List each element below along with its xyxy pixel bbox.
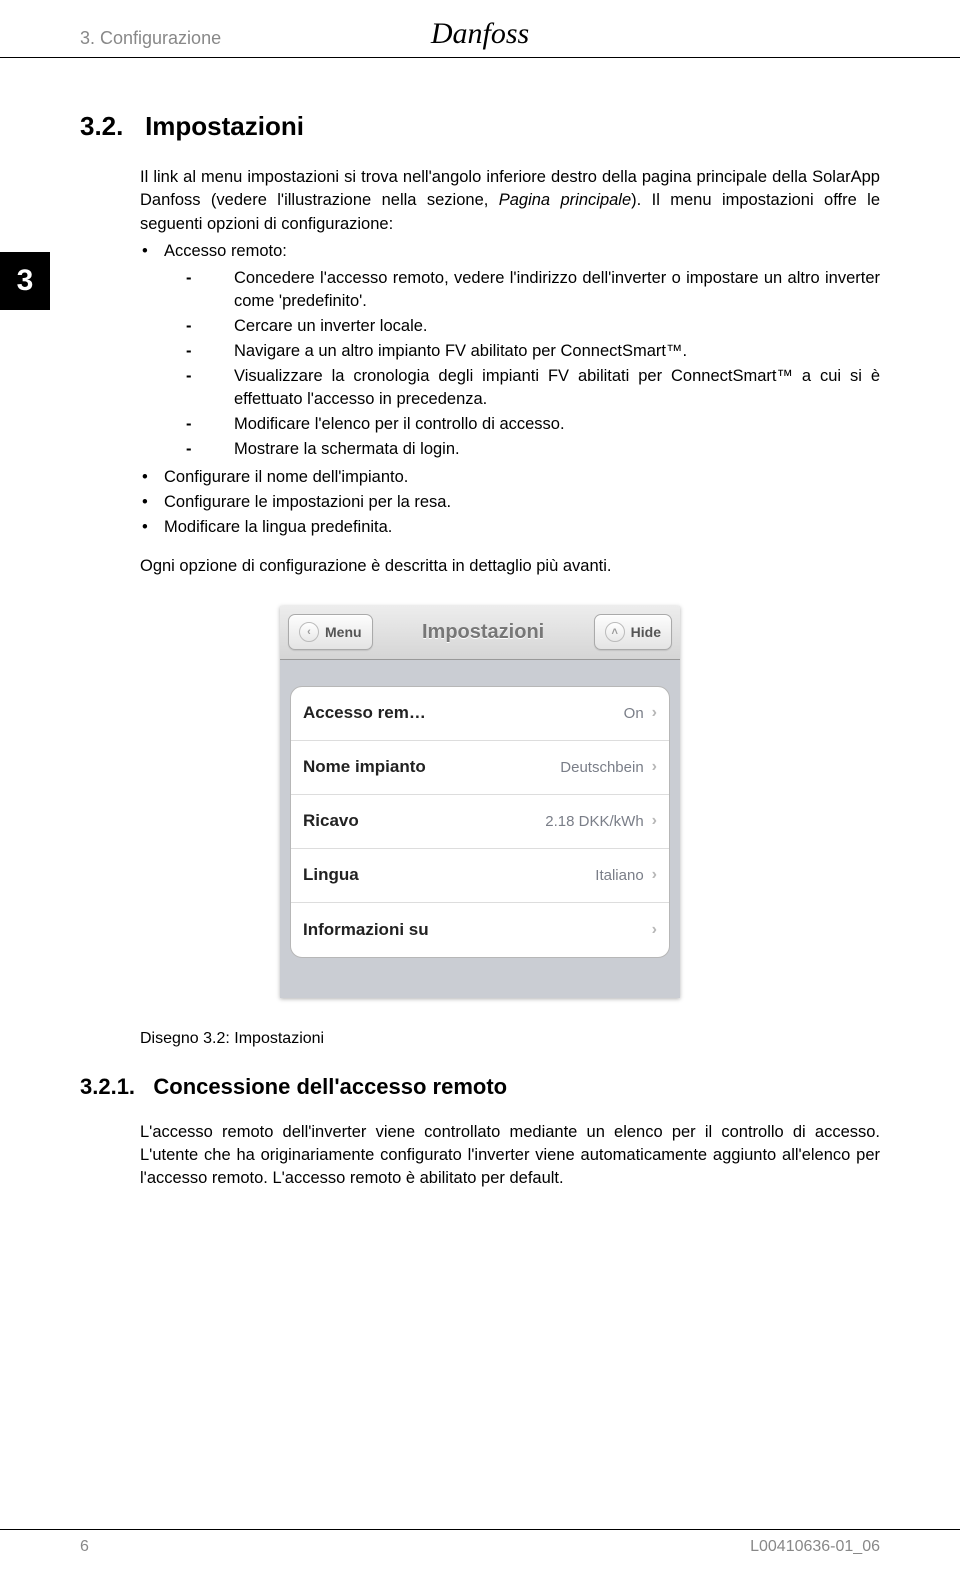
row-label: Lingua [303,863,595,887]
chapter-tab: 3 [0,252,50,310]
chevron-right-icon: › [652,864,657,886]
chevron-right-icon: › [652,810,657,832]
bullet-item: Modificare la lingua predefinita. [140,516,880,539]
row-label: Ricavo [303,809,545,833]
up-icon: ˄ [605,622,625,642]
dash-item: Modificare l'elenco per il controllo di … [184,413,880,436]
bullet-item: Accesso remoto: [140,240,880,263]
subsection-number: 3.2.1. [80,1074,135,1099]
row-value: 2.18 DKK/kWh [545,811,643,832]
ios-title: Impostazioni [379,618,588,646]
row-label: Nome impianto [303,755,560,779]
row-label: Informazioni su [303,918,644,942]
page-number: 6 [80,1538,89,1556]
section-number: 3.2. [80,111,123,141]
dash-item: Concedere l'accesso remoto, vedere l'ind… [184,267,880,313]
bullet-item: Configurare le impostazioni per la resa. [140,491,880,514]
page-footer: 6 L00410636-01_06 [0,1529,960,1556]
ios-toolbar: ‹ Menu Impostazioni ˄ Hide [280,606,680,660]
figure-caption: Disegno 3.2: Impostazioni [140,1028,880,1050]
row-language[interactable]: Lingua Italiano › [291,849,669,903]
hide-label: Hide [631,623,661,643]
bullet-item: Configurare il nome dell'impianto. [140,466,880,489]
section-heading: 3.2. Impostazioni [80,108,880,144]
dash-item: Navigare a un altro impianto FV abilitat… [184,340,880,363]
dash-item: Visualizzare la cronologia degli impiant… [184,365,880,411]
row-about[interactable]: Informazioni su › [291,903,669,957]
chevron-right-icon: › [652,702,657,724]
ios-body: Accesso rem… On › Nome impianto Deutschb… [280,660,680,998]
menu-label: Menu [325,623,362,643]
intro-italic: Pagina principale [499,191,631,209]
dash-item: Mostrare la schermata di login. [184,438,880,461]
row-value: Italiano [595,865,643,886]
subsection-title: Concessione dell'accesso remoto [153,1074,507,1099]
intro-paragraph: Il link al menu impostazioni si trova ne… [140,166,880,235]
back-icon: ‹ [299,622,319,642]
menu-button[interactable]: ‹ Menu [288,614,373,650]
row-remote-access[interactable]: Accesso rem… On › [291,687,669,741]
row-value: Deutschbein [560,757,643,778]
subsection-heading: 3.2.1. Concessione dell'accesso remoto [80,1072,880,1103]
bullet-list: Accesso remoto: [140,240,880,263]
row-yield[interactable]: Ricavo 2.18 DKK/kWh › [291,795,669,849]
row-label: Accesso rem… [303,701,624,725]
doc-code: L00410636-01_06 [750,1538,880,1556]
chevron-right-icon: › [652,756,657,778]
row-value: On [624,703,644,724]
dash-list: Concedere l'accesso remoto, vedere l'ind… [184,267,880,462]
outro-paragraph: Ogni opzione di configurazione è descrit… [140,555,880,578]
ios-list: Accesso rem… On › Nome impianto Deutschb… [290,686,670,958]
section-title: Impostazioni [145,111,304,141]
page-header: 3. Configurazione Danfoss [0,0,960,58]
screenshot-settings: ‹ Menu Impostazioni ˄ Hide Accesso rem… … [280,606,680,998]
bullet-list-cont: Configurare il nome dell'impianto. Confi… [140,466,880,539]
page-content: 3.2. Impostazioni Il link al menu impost… [0,58,960,1190]
subsection-paragraph: L'accesso remoto dell'inverter viene con… [140,1121,880,1190]
hide-button[interactable]: ˄ Hide [594,614,672,650]
row-plant-name[interactable]: Nome impianto Deutschbein › [291,741,669,795]
brand-logo: Danfoss [431,17,529,51]
chevron-right-icon: › [652,919,657,941]
dash-item: Cercare un inverter locale. [184,315,880,338]
